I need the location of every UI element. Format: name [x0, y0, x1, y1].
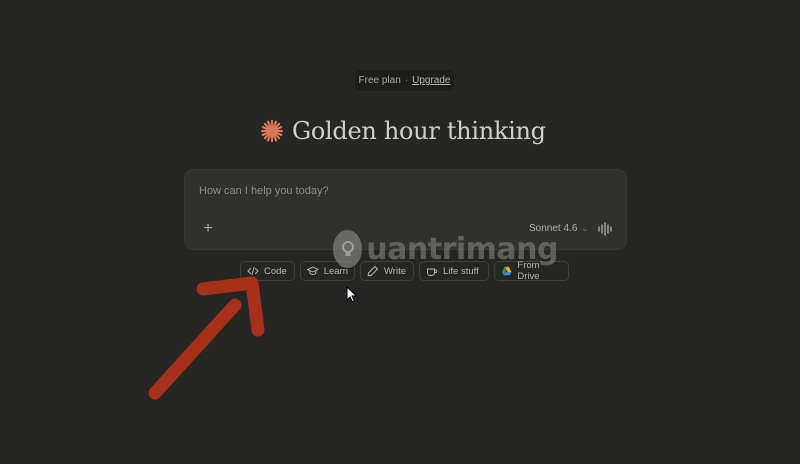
plan-badge: Free plan · Upgrade — [355, 70, 454, 91]
plan-label: Free plan — [358, 75, 401, 86]
watermark-text: uantrimang — [366, 231, 558, 267]
voice-mode-icon[interactable] — [598, 222, 614, 236]
plan-separator: · — [404, 75, 409, 86]
chevron-down-icon: ⌄ — [581, 224, 589, 233]
page-title: Golden hour thinking — [292, 117, 546, 145]
graduation-cap-icon — [307, 266, 319, 276]
mouse-cursor-icon — [346, 286, 358, 303]
watermark: uantrimang — [333, 223, 558, 275]
greeting: Golden hour thinking — [260, 112, 546, 150]
lightbulb-logo-icon — [333, 230, 363, 268]
message-input[interactable]: How can I help you today? — [199, 185, 329, 197]
add-attachment-button[interactable]: + — [199, 220, 217, 238]
upgrade-link[interactable]: Upgrade — [412, 75, 450, 86]
sparkle-icon — [260, 119, 284, 143]
annotation-arrow-icon — [148, 276, 265, 400]
